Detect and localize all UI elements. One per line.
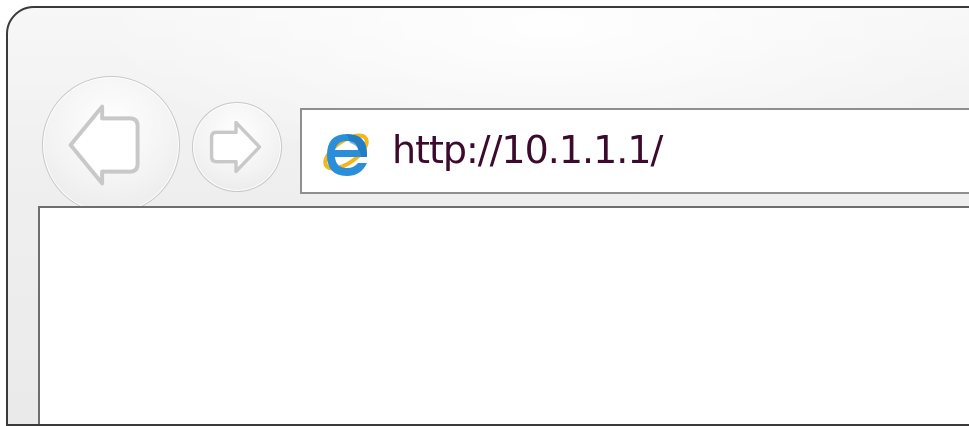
internet-explorer-icon — [323, 133, 369, 176]
address-bar[interactable]: http://10.1.1.1/ — [300, 108, 969, 194]
forward-button[interactable] — [192, 102, 282, 192]
url-text[interactable]: http://10.1.1.1/ — [392, 124, 663, 176]
back-button[interactable] — [42, 76, 180, 214]
forward-arrow-icon — [209, 120, 262, 174]
back-arrow-icon — [68, 104, 140, 186]
browser-window: http://10.1.1.1/ — [6, 6, 969, 426]
page-content-area — [38, 206, 969, 424]
